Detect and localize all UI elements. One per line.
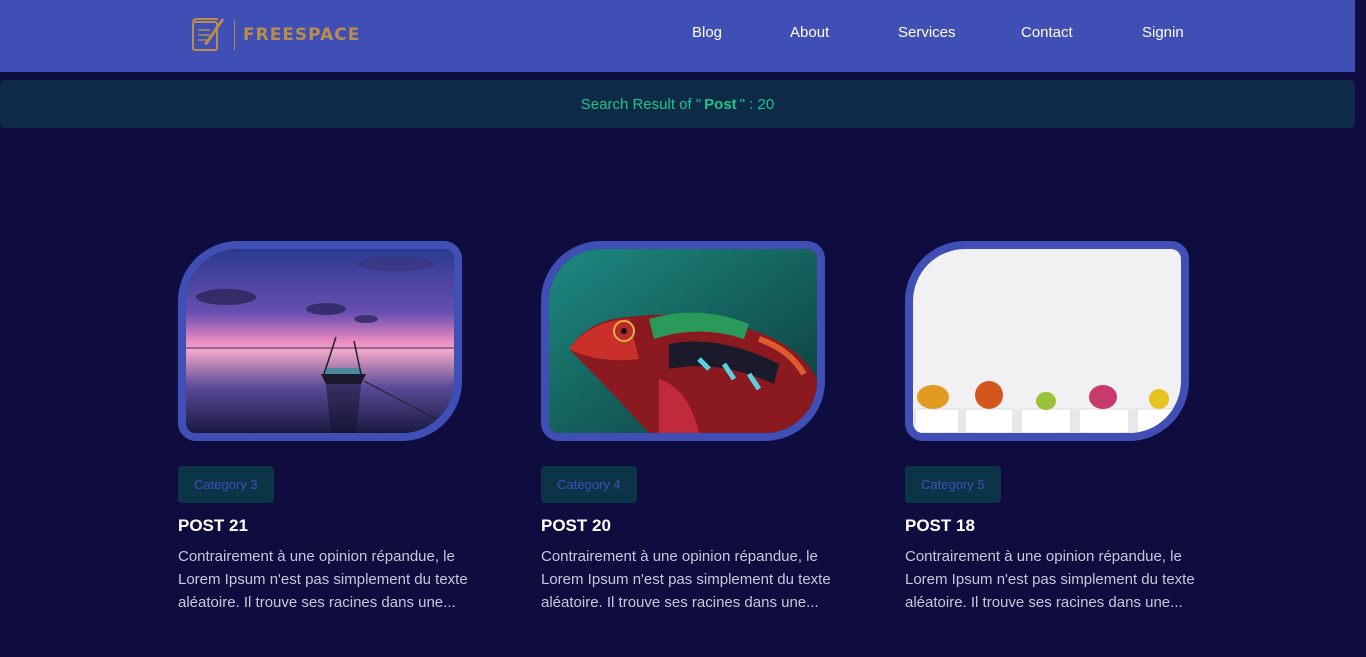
post-excerpt: Contrairement à une opinion répandue, le… bbox=[178, 548, 468, 611]
chameleon-image bbox=[549, 249, 817, 433]
nav-link-services[interactable]: Services bbox=[898, 24, 956, 41]
nav-link-blog[interactable]: Blog bbox=[692, 24, 722, 41]
post-title[interactable]: POST 18 bbox=[905, 516, 1189, 536]
post-title[interactable]: POST 21 bbox=[178, 516, 462, 536]
category-badge[interactable]: Category 4 bbox=[541, 466, 637, 503]
post-image-cacti[interactable] bbox=[905, 241, 1189, 441]
post-card[interactable]: Category 5 POST 18 Contrairement à une o… bbox=[905, 241, 1195, 614]
post-title[interactable]: POST 20 bbox=[541, 516, 825, 536]
post-card[interactable]: Category 3 POST 21 Contrairement à une o… bbox=[178, 241, 468, 614]
post-excerpt: Contrairement à une opinion répandue, le… bbox=[905, 548, 1195, 611]
search-result-banner: Search Result of " Post " : 20 bbox=[0, 80, 1355, 128]
sunset-boat-image bbox=[186, 249, 454, 433]
search-query: Post bbox=[704, 95, 737, 113]
category-badge[interactable]: Category 3 bbox=[178, 466, 274, 503]
nav-menu: Blog About Services Contact Signin bbox=[0, 24, 1355, 46]
nav-link-contact[interactable]: Contact bbox=[1021, 24, 1073, 41]
potted-cacti-image bbox=[913, 249, 1181, 433]
post-image-chameleon[interactable] bbox=[541, 241, 825, 441]
category-badge[interactable]: Category 5 bbox=[905, 466, 1001, 503]
page-scrollbar[interactable] bbox=[1355, 0, 1366, 657]
post-image-sunset[interactable] bbox=[178, 241, 462, 441]
post-excerpt: Contrairement à une opinion répandue, le… bbox=[541, 548, 831, 611]
nav-link-about[interactable]: About bbox=[790, 24, 829, 41]
post-card[interactable]: Category 4 POST 20 Contrairement à une o… bbox=[541, 241, 831, 614]
top-navbar: FREESPACE Blog About Services Contact Si… bbox=[0, 0, 1355, 72]
nav-link-signin[interactable]: Signin bbox=[1142, 24, 1184, 41]
search-result-count: " : 20 bbox=[739, 95, 775, 113]
search-result-prefix: Search Result of " bbox=[580, 95, 702, 113]
